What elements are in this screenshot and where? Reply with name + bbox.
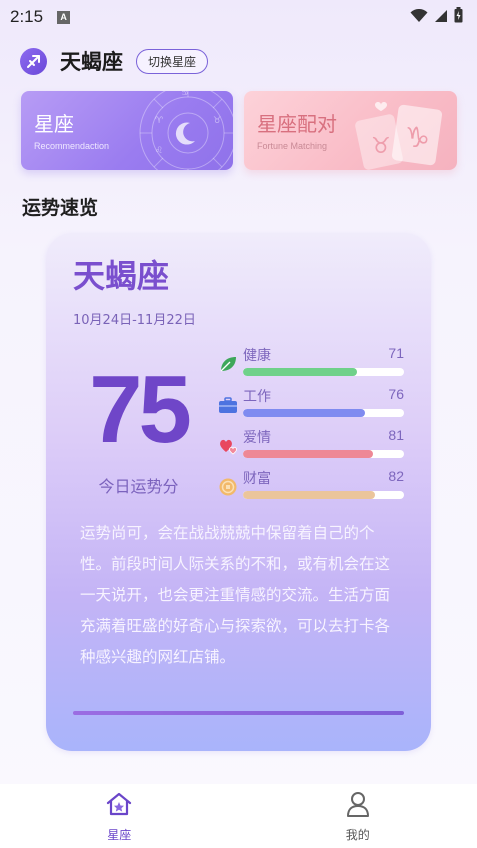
notification-a-icon: A: [57, 10, 71, 24]
fortune-card: 天蝎座 10月24日-11月22日 75 今日运势分 健康 71 工作 76 爱…: [46, 233, 431, 751]
svg-text:♋: ♋: [181, 91, 189, 98]
status-indicators: [410, 7, 463, 27]
metric-value: 81: [388, 427, 404, 443]
metric-fill: [243, 368, 358, 376]
metric-wealth: 财富 82: [218, 468, 404, 509]
status-bar: 2:15 A: [0, 0, 477, 34]
tab-label: 我的: [345, 828, 370, 842]
hearts-icon: [218, 436, 238, 456]
fortune-description: 运势尚可，会在战战兢兢中保留着自己的个性。前段时间人际关系的不和，或有机会在这一…: [80, 524, 391, 666]
matching-card[interactable]: ♉ ♑ 星座配对 Fortune Matching: [244, 91, 457, 170]
metric-track: [243, 409, 404, 417]
bottom-tabbar: 星座 我的: [0, 784, 477, 848]
horoscope-card[interactable]: ♈ ♉ ♋ ♌ 星座 Recommendaction: [21, 91, 233, 170]
metric-value: 76: [388, 386, 404, 402]
metric-track: [243, 450, 404, 458]
leaf-icon: [218, 354, 238, 374]
metric-health: 健康 71: [218, 345, 404, 386]
fortune-score: 75: [89, 356, 192, 463]
metric-label: 财富: [243, 471, 271, 487]
sagittarius-icon: [20, 47, 47, 75]
status-time: 2:15: [10, 7, 44, 26]
battery-icon: [454, 7, 463, 27]
briefcase-icon: [218, 395, 238, 415]
home-star-icon: [105, 790, 133, 822]
metric-track: [243, 491, 404, 499]
divider-bar: [73, 711, 404, 715]
wifi-icon: [410, 8, 428, 27]
metric-love: 爱情 81: [218, 427, 404, 468]
horoscope-card-title: 星座: [34, 112, 74, 136]
header: 天蝎座 切换星座: [20, 46, 209, 76]
current-sign-title: 天蝎座: [60, 50, 123, 74]
fortune-score-label: 今日运势分: [98, 477, 179, 496]
signal-icon: [434, 8, 448, 27]
fortune-sign-name: 天蝎座: [73, 257, 170, 295]
fortune-date-range: 10月24日-11月22日: [73, 313, 196, 328]
metric-label: 健康: [243, 348, 271, 364]
matching-card-title: 星座配对: [257, 112, 337, 136]
metric-label: 工作: [243, 389, 271, 405]
matching-card-subtitle: Fortune Matching: [257, 141, 328, 151]
tab-horoscope[interactable]: 星座: [0, 784, 239, 848]
metric-track: [243, 368, 404, 376]
metric-value: 71: [388, 345, 404, 361]
horoscope-card-subtitle: Recommendaction: [34, 141, 110, 151]
feature-cards: ♈ ♉ ♋ ♌ 星座 Recommendaction ♉ ♑ 星座配对 Fort…: [21, 91, 457, 171]
coin-icon: [218, 477, 238, 497]
metric-work: 工作 76: [218, 386, 404, 427]
switch-sign-button[interactable]: 切换星座: [136, 48, 209, 74]
metric-value: 82: [388, 468, 404, 484]
tab-profile[interactable]: 我的: [239, 784, 477, 848]
section-title: 运势速览: [22, 197, 99, 219]
fortune-metrics: 健康 71 工作 76 爱情 81 财富 82: [218, 345, 404, 509]
metric-label: 爱情: [243, 430, 271, 446]
user-icon: [344, 790, 372, 822]
metric-fill: [243, 450, 374, 458]
tab-label: 星座: [107, 828, 132, 842]
metric-fill: [243, 491, 376, 499]
metric-fill: [243, 409, 366, 417]
